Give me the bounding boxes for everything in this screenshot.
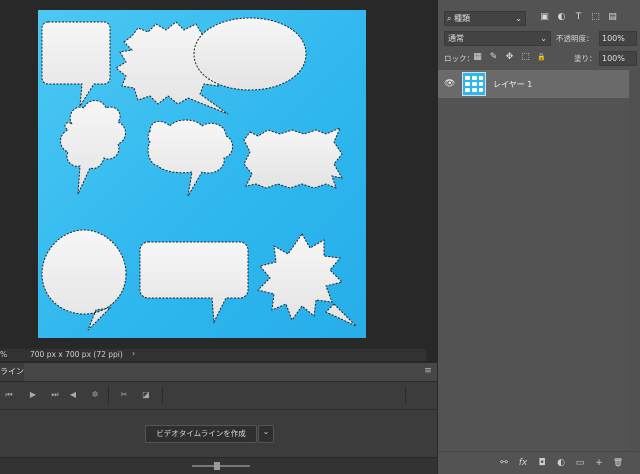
divider <box>162 386 163 405</box>
blend-mode-value: 通常 <box>448 34 464 43</box>
artboard-speech-bubbles[interactable] <box>38 10 366 338</box>
layer-style-icon[interactable]: fx <box>517 457 529 469</box>
timeline-header: ライン ≡ <box>0 363 437 382</box>
timeline-panel: ライン ≡ ⏮ ▶ ⏭ ◀ ✲ ✂ ◪ ビデオタイムラインを作成 ⌄ <box>0 363 437 474</box>
fill-label: 塗り： <box>574 54 597 63</box>
create-video-timeline-button[interactable]: ビデオタイムラインを作成 <box>145 425 257 443</box>
opacity-label: 不透明度： <box>556 34 594 43</box>
layer-mask-icon[interactable]: ◘ <box>536 457 548 469</box>
new-layer-icon[interactable]: + <box>593 457 605 469</box>
lock-position-icon[interactable]: ✥ <box>504 52 515 63</box>
create-timeline-dropdown[interactable]: ⌄ <box>258 425 274 443</box>
pixel-filter-icon[interactable]: ▣ <box>539 12 550 23</box>
document-dimensions: 700 px x 700 px (72 ppi) <box>30 350 123 359</box>
lock-all-icon[interactable]: 🔒 <box>536 52 547 63</box>
layers-panel: ⌕ 種類 ⌄ ▣ ◐ T ⬚ ▤ 通常 ⌄ 不透明度： 100% ロック： ▦ … <box>437 0 640 474</box>
search-icon: ⌕ <box>447 14 452 23</box>
zoom-readout[interactable]: % <box>0 350 7 359</box>
bubble-rounded-wide <box>139 241 249 324</box>
opacity-input[interactable]: 100% <box>599 31 637 46</box>
opacity-value: 100% <box>602 34 625 43</box>
layers-panel-footer: ⚯ fx ◘ ◐ ▭ + 🗑 <box>438 451 640 474</box>
chevron-down-icon: ⌄ <box>540 34 547 43</box>
adjustment-filter-icon[interactable]: ◐ <box>556 12 567 23</box>
tab-timeline[interactable]: ライン <box>0 363 24 381</box>
first-frame-icon[interactable]: ⏮ <box>2 388 16 402</box>
panel-menu-icon[interactable]: ≡ <box>423 366 433 376</box>
chevron-down-icon: ⌄ <box>515 14 522 23</box>
timeline-controls: ⏮ ▶ ⏭ ◀ ✲ ✂ ◪ <box>0 382 437 410</box>
trash-icon[interactable]: 🗑 <box>612 457 624 469</box>
transition-icon[interactable]: ◪ <box>139 388 153 402</box>
smart-object-filter-icon[interactable]: ▤ <box>607 12 618 23</box>
speech-bubbles-artwork <box>41 17 357 331</box>
divider <box>405 386 406 405</box>
shape-filter-icon[interactable]: ⬚ <box>590 12 601 23</box>
filter-kind-value: 種類 <box>454 14 471 23</box>
lock-label: ロック： <box>444 54 474 63</box>
layers-scrollbar[interactable] <box>629 70 640 450</box>
zoom-slider-track[interactable] <box>192 465 250 467</box>
adjustment-layer-icon[interactable]: ◐ <box>555 457 567 469</box>
new-group-icon[interactable]: ▭ <box>574 457 586 469</box>
status-arrow-icon[interactable]: › <box>132 349 135 358</box>
filter-kind-select[interactable]: ⌕ 種類 ⌄ <box>444 11 526 26</box>
bubble-cloud-oval <box>147 119 233 197</box>
chevron-down-icon: ⌄ <box>262 427 270 436</box>
layer-thumbnail <box>462 72 486 96</box>
bubble-cloud <box>60 100 126 195</box>
lock-image-icon[interactable]: ✎ <box>488 52 499 63</box>
audio-icon[interactable]: ◀ <box>66 388 80 402</box>
type-filter-icon[interactable]: T <box>573 12 584 23</box>
link-layers-icon[interactable]: ⚯ <box>498 457 510 469</box>
zoom-slider-handle[interactable] <box>214 462 220 470</box>
bubble-banner <box>243 127 343 189</box>
scissors-icon[interactable]: ✂ <box>117 388 131 402</box>
bubble-rounded-rect <box>41 21 111 107</box>
fill-value: 100% <box>602 54 625 63</box>
play-icon[interactable]: ▶ <box>26 388 40 402</box>
fill-input[interactable]: 100% <box>599 51 637 66</box>
layer-name[interactable]: レイヤー 1 <box>493 79 532 90</box>
lock-artboard-icon[interactable]: ⬚ <box>520 52 531 63</box>
settings-icon[interactable]: ✲ <box>88 388 102 402</box>
divider <box>108 386 109 405</box>
bubble-round <box>41 229 127 331</box>
lock-transparent-icon[interactable]: ▦ <box>472 52 483 63</box>
timeline-footer <box>0 457 437 474</box>
bubble-spiky-star <box>257 233 357 327</box>
bubble-oval <box>193 17 307 91</box>
next-frame-icon[interactable]: ⏭ <box>48 388 62 402</box>
status-bar: % 700 px x 700 px (72 ppi) › <box>0 349 426 361</box>
eye-icon[interactable]: 👁 <box>444 78 456 90</box>
blend-mode-select[interactable]: 通常 ⌄ <box>444 31 551 46</box>
document-canvas-area[interactable] <box>0 0 426 347</box>
layer-row[interactable]: 👁 レイヤー 1 <box>438 70 629 98</box>
